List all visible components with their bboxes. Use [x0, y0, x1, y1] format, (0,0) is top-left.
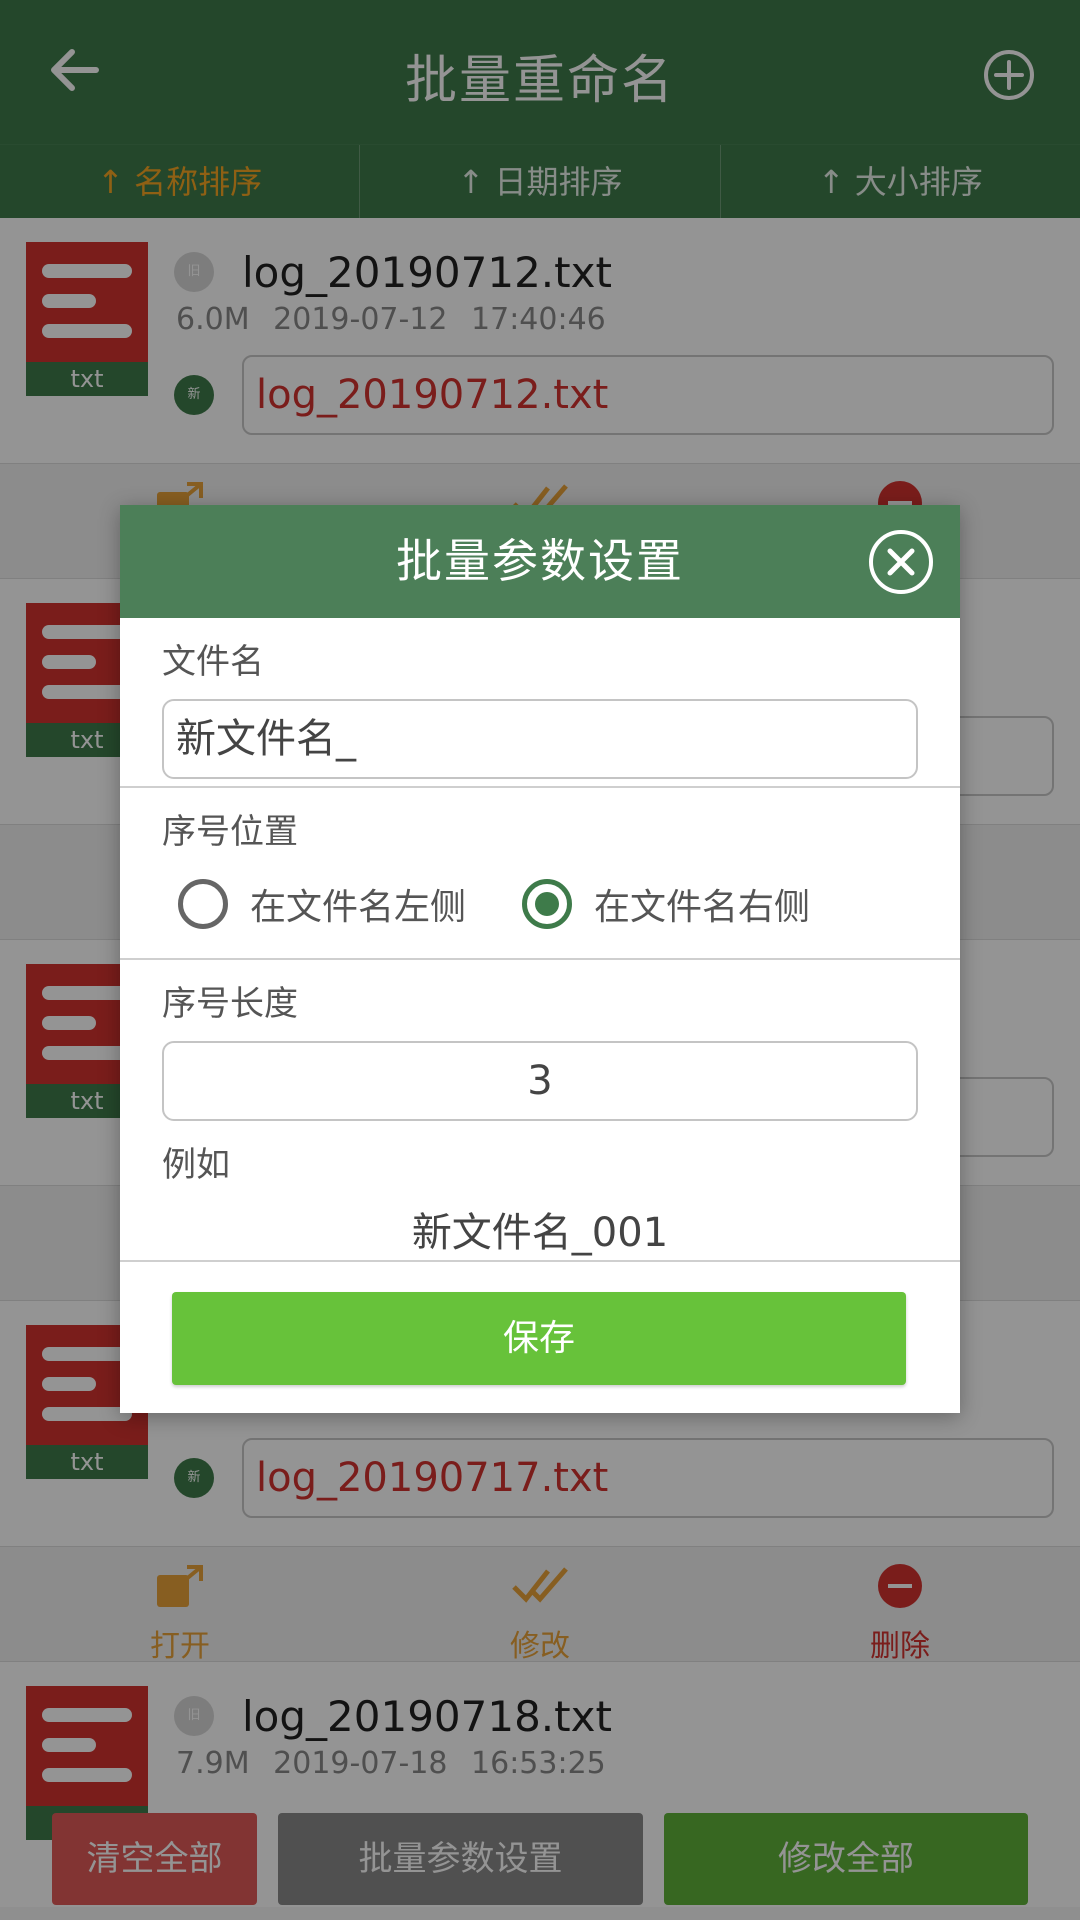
radio-unchecked-icon [178, 879, 228, 929]
example-label: 例如 [162, 1145, 230, 1185]
radio-checked-icon [522, 879, 572, 929]
example-value: 新文件名_001 [411, 1210, 669, 1256]
save-button[interactable]: 保存 [172, 1292, 906, 1385]
filename-label: 文件名 [162, 642, 264, 682]
close-icon[interactable] [868, 529, 934, 595]
radio-left-option[interactable]: 在文件名左侧 [178, 878, 466, 930]
batch-settings-dialog: 批量参数设置 文件名 新文件名_ 序号位置 在文件名左侧 在文件名右侧 序号长度… [120, 505, 960, 1413]
position-label: 序号位置 [162, 812, 298, 852]
length-label: 序号长度 [162, 984, 298, 1024]
radio-right-option[interactable]: 在文件名右侧 [522, 878, 810, 930]
length-section: 序号长度 3 例如 新文件名_001 [120, 960, 960, 1262]
length-input[interactable]: 3 [162, 1041, 918, 1121]
dialog-header: 批量参数设置 [120, 505, 960, 618]
dialog-title: 批量参数设置 [396, 534, 684, 588]
filename-input[interactable]: 新文件名_ [162, 699, 918, 779]
filename-section: 文件名 新文件名_ [120, 618, 960, 788]
position-section: 序号位置 在文件名左侧 在文件名右侧 [120, 788, 960, 960]
